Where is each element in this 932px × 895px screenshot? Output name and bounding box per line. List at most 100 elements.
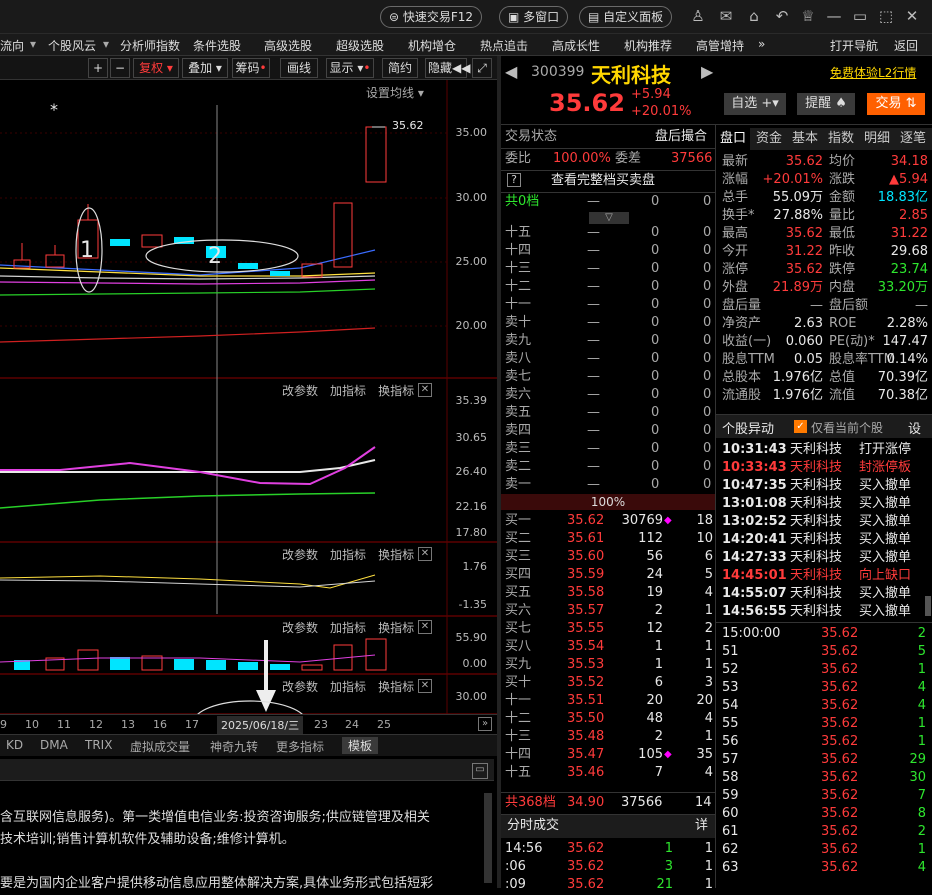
- alert-stock[interactable]: 天利科技: [790, 549, 842, 567]
- close-panel-icon[interactable]: ✕: [418, 620, 432, 634]
- switch-indicator-button[interactable]: 换指标: [378, 621, 414, 635]
- nav-item-condition[interactable]: 条件选股: [193, 37, 241, 54]
- add-indicator-button[interactable]: 加指标: [330, 548, 366, 562]
- add-indicator-button[interactable]: 加指标: [330, 680, 366, 694]
- nav-item-flow[interactable]: 流向: [0, 37, 24, 54]
- full-depth-link[interactable]: 查看完整档买卖盘: [551, 172, 655, 190]
- nav-item-inst-rec[interactable]: 机构推荐: [624, 37, 672, 54]
- home-icon[interactable]: ⌂: [744, 6, 764, 26]
- quick-trade-button[interactable]: ⊜ 快速交易F12: [380, 6, 483, 28]
- tab-basic[interactable]: 基本: [788, 128, 822, 150]
- tick-detail-button[interactable]: 详: [695, 817, 708, 835]
- draw-line-button[interactable]: 画线: [280, 58, 318, 78]
- tab-trix[interactable]: TRIX: [85, 738, 112, 752]
- nav-item-analyst[interactable]: 分析师指数: [120, 37, 180, 54]
- checkbox-icon[interactable]: ✓: [794, 420, 807, 433]
- chart-area[interactable]: 设置均线 ▾ * 35.62 1 2 35.00 30.00 25.00 20.…: [0, 80, 497, 714]
- tab-index[interactable]: 指数: [824, 128, 858, 150]
- axis-label: 30.00: [455, 690, 488, 703]
- edit-params-button[interactable]: 改参数: [282, 384, 318, 398]
- help-icon[interactable]: ?: [507, 173, 521, 187]
- alert-stock[interactable]: 天利科技: [790, 441, 842, 459]
- tab-virtual-volume[interactable]: 虚拟成交量: [130, 738, 190, 755]
- alerts-settings-button[interactable]: 设: [908, 418, 921, 437]
- nav-item-advanced[interactable]: 高级选股: [264, 37, 312, 54]
- next-stock-icon[interactable]: ▶: [701, 62, 713, 81]
- fuquan-button[interactable]: 复权 ▾: [133, 58, 179, 78]
- zoom-out-button[interactable]: −: [110, 58, 130, 78]
- nav-item-hotspot[interactable]: 热点追击: [480, 37, 528, 54]
- simple-button[interactable]: 简约: [382, 58, 418, 78]
- switch-indicator-button[interactable]: 换指标: [378, 680, 414, 694]
- zoom-in-button[interactable]: +: [88, 58, 108, 78]
- tab-pankou[interactable]: 盘口: [716, 128, 750, 150]
- custom-panel-button[interactable]: ▤ 自定义面板: [579, 6, 673, 28]
- close-panel-icon[interactable]: ✕: [418, 383, 432, 397]
- nav-item-super[interactable]: 超级选股: [336, 37, 384, 54]
- back-button[interactable]: 返回: [894, 37, 918, 54]
- l2-trial-link[interactable]: 免费体验L2行情: [830, 64, 916, 81]
- edit-params-button[interactable]: 改参数: [282, 621, 318, 635]
- restore-icon[interactable]: ▭: [850, 6, 870, 26]
- sell-row-label: 卖十: [505, 315, 532, 330]
- axis-label: 35.00: [455, 126, 488, 139]
- sell-row-label: 卖七: [505, 369, 532, 384]
- chips-button[interactable]: 筹码•: [232, 58, 270, 78]
- close-icon[interactable]: ✕: [902, 6, 922, 26]
- alerts-filter-label[interactable]: 仅看当前个股: [811, 419, 883, 436]
- overlay-button[interactable]: 叠加 ▾: [182, 58, 228, 78]
- nav-more[interactable]: »: [758, 37, 765, 51]
- collapse-icon[interactable]: ▭: [472, 763, 488, 779]
- alert-stock[interactable]: 天利科技: [790, 603, 842, 621]
- open-nav-button[interactable]: 打开导航: [830, 37, 878, 54]
- add-indicator-button[interactable]: 加指标: [330, 384, 366, 398]
- mail-icon[interactable]: ✉: [716, 6, 736, 26]
- tab-detail[interactable]: 明细: [860, 128, 894, 150]
- alert-stock[interactable]: 天利科技: [790, 567, 842, 585]
- close-panel-icon[interactable]: ✕: [418, 679, 432, 693]
- tab-kd[interactable]: KD: [6, 738, 23, 752]
- nav-item-growth[interactable]: 高成长性: [552, 37, 600, 54]
- add-indicator-button[interactable]: 加指标: [330, 621, 366, 635]
- nav-item-inst-inc[interactable]: 机构增仓: [408, 37, 456, 54]
- ma-settings-button[interactable]: 设置均线 ▾: [366, 84, 424, 101]
- alert-stock[interactable]: 天利科技: [790, 477, 842, 495]
- shirt-icon[interactable]: ♕: [798, 6, 818, 26]
- edit-params-button[interactable]: 改参数: [282, 680, 318, 694]
- alert-stock[interactable]: 天利科技: [790, 585, 842, 603]
- alert-time: 14:56:55: [722, 604, 787, 619]
- expand-chevron-icon[interactable]: ▽: [589, 212, 629, 224]
- alert-button[interactable]: 提醒 ♠: [797, 93, 855, 115]
- scrollbar[interactable]: [925, 596, 931, 616]
- display-button[interactable]: 显示 ▾•: [326, 58, 374, 78]
- watchlist-button[interactable]: 自选 +▾: [724, 93, 786, 115]
- tab-dma[interactable]: DMA: [40, 738, 68, 752]
- tab-funds[interactable]: 资金: [752, 128, 786, 150]
- undo-icon[interactable]: ↶: [772, 6, 792, 26]
- trade-button[interactable]: 交易 ⇅: [867, 93, 925, 115]
- tab-tick-by-tick[interactable]: 逐笔: [896, 128, 930, 150]
- scrollbar[interactable]: [484, 793, 492, 883]
- user-icon[interactable]: ♙: [688, 6, 708, 26]
- multi-window-button[interactable]: ▣ 多窗口: [499, 6, 569, 28]
- nav-item-fengyun[interactable]: 个股风云: [48, 37, 96, 54]
- edit-params-button[interactable]: 改参数: [282, 548, 318, 562]
- maximize-icon[interactable]: ⬚: [876, 6, 896, 26]
- tab-magic-nine[interactable]: 神奇九转: [210, 738, 258, 755]
- alert-stock[interactable]: 天利科技: [790, 531, 842, 549]
- hide-button[interactable]: 隐藏◀◀: [425, 58, 470, 78]
- alert-stock[interactable]: 天利科技: [790, 459, 842, 477]
- tab-template[interactable]: 模板: [342, 737, 379, 754]
- switch-indicator-button[interactable]: 换指标: [378, 548, 414, 562]
- scroll-right-icon[interactable]: »: [478, 717, 492, 731]
- minimize-icon[interactable]: —: [824, 6, 844, 26]
- sell-row-price: —: [587, 387, 600, 402]
- prev-stock-icon[interactable]: ◀: [505, 62, 517, 81]
- alert-stock[interactable]: 天利科技: [790, 495, 842, 513]
- alert-stock[interactable]: 天利科技: [790, 513, 842, 531]
- close-panel-icon[interactable]: ✕: [418, 547, 432, 561]
- tab-more-indicators[interactable]: 更多指标: [276, 738, 324, 755]
- fullscreen-icon[interactable]: ⤢: [472, 58, 492, 78]
- nav-item-exec[interactable]: 高管增持: [696, 37, 744, 54]
- switch-indicator-button[interactable]: 换指标: [378, 384, 414, 398]
